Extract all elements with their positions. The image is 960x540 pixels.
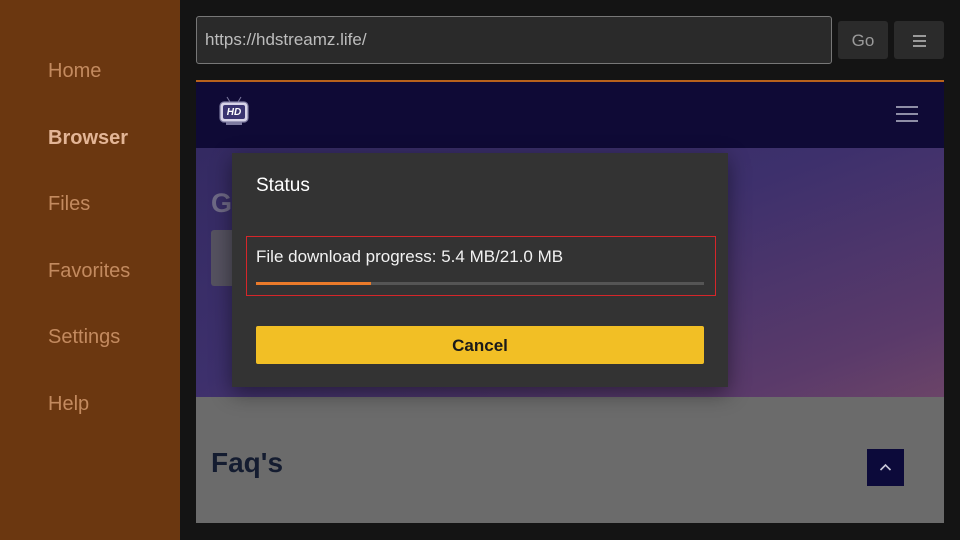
site-menu-icon[interactable] xyxy=(896,106,918,122)
download-progress-box: File download progress: 5.4 MB/21.0 MB xyxy=(246,236,716,296)
url-input[interactable]: https://hdstreamz.life/ xyxy=(196,16,832,64)
faq-section: Faq's xyxy=(196,397,944,523)
sidebar-item-browser[interactable]: Browser xyxy=(48,127,128,150)
sidebar-item-home[interactable]: Home xyxy=(48,60,101,83)
hero-heading: G xyxy=(211,188,233,218)
sidebar-item-settings[interactable]: Settings xyxy=(48,326,120,349)
app-window: Home Browser Files Favorites Settings He… xyxy=(0,0,960,540)
sidebar: Home Browser Files Favorites Settings He… xyxy=(0,0,180,540)
download-progress-text: File download progress: 5.4 MB/21.0 MB xyxy=(256,247,564,266)
sidebar-item-help[interactable]: Help xyxy=(48,393,89,416)
svg-text:HD: HD xyxy=(227,107,241,118)
hdstreamz-logo-icon[interactable]: HD xyxy=(218,96,250,128)
faq-title: Faq's xyxy=(211,447,284,478)
dialog-title: Status xyxy=(256,175,310,196)
status-dialog: Status File download progress: 5.4 MB/21… xyxy=(232,153,728,387)
progress-bar xyxy=(256,282,704,285)
site-header: HD xyxy=(196,82,944,148)
scroll-top-button[interactable] xyxy=(867,449,904,486)
progress-bar-fill xyxy=(256,282,372,285)
sidebar-item-files[interactable]: Files xyxy=(48,193,90,216)
menu-button[interactable] xyxy=(894,21,944,59)
cancel-button[interactable]: Cancel xyxy=(256,326,704,364)
go-button[interactable]: Go xyxy=(838,21,888,59)
chevron-up-icon xyxy=(879,463,892,471)
sidebar-item-favorites[interactable]: Favorites xyxy=(48,260,130,283)
